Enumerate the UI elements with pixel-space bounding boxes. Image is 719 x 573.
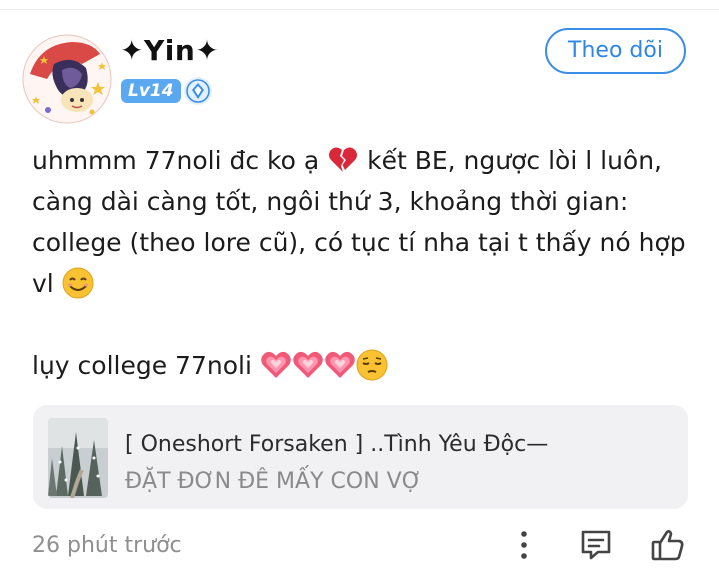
smiling-face-emoji: [62, 267, 94, 299]
linked-post-title: [ Oneshort Forsaken ] ..Tình Yêu Độc—: [125, 432, 549, 457]
post-line-5: lụy college 77noli: [32, 345, 692, 386]
verified-badge-icon: [183, 76, 213, 106]
more-vertical-icon[interactable]: [506, 527, 542, 563]
post-line-3: college (theo lore cũ), có tục tí nha tạ…: [32, 228, 686, 257]
comment-icon[interactable]: [578, 527, 614, 563]
follow-button[interactable]: Theo dõi: [545, 28, 686, 74]
post-card: ✦Yin✦ Lv14 Theo dõi uhmmm 77noli đc ko ạ…: [0, 0, 719, 573]
username[interactable]: ✦Yin✦: [120, 34, 219, 67]
level-badge: Lv14: [121, 79, 181, 103]
sparkling-heart-emoji: [260, 349, 292, 381]
sparkling-heart-emoji: [292, 349, 324, 381]
thumbs-up-icon[interactable]: [650, 527, 686, 563]
linked-post-subtitle: ĐẶT ĐƠN ĐÊ MẤY CON VỢ: [125, 469, 422, 494]
post-line-4-text: vl: [32, 269, 62, 298]
linked-post-thumbnail: [48, 418, 108, 498]
broken-heart-emoji: [327, 144, 359, 176]
linked-post-card[interactable]: [ Oneshort Forsaken ] ..Tình Yêu Độc— ĐẶ…: [33, 405, 688, 509]
post-line-1-start: uhmmm 77noli đc ko ạ: [32, 146, 328, 175]
post-line-5-text: lụy college 77noli: [32, 351, 260, 380]
sparkling-heart-emoji: [324, 349, 356, 381]
pensive-face-emoji: [356, 349, 388, 381]
avatar[interactable]: [22, 34, 112, 124]
post-line-2: càng dài càng tốt, ngôi thứ 3, khoảng th…: [32, 187, 629, 216]
post-line-1: uhmmm 77noli đc ko ạ kết BE, ngược lòi l…: [32, 140, 692, 181]
post-line-4: vl: [32, 263, 692, 304]
post-timestamp: 26 phút trước: [32, 533, 182, 558]
post-body: uhmmm 77noli đc ko ạ kết BE, ngược lòi l…: [32, 140, 692, 386]
top-divider: [0, 9, 719, 10]
post-line-1-end: kết BE, ngược lòi l luôn,: [359, 146, 663, 175]
